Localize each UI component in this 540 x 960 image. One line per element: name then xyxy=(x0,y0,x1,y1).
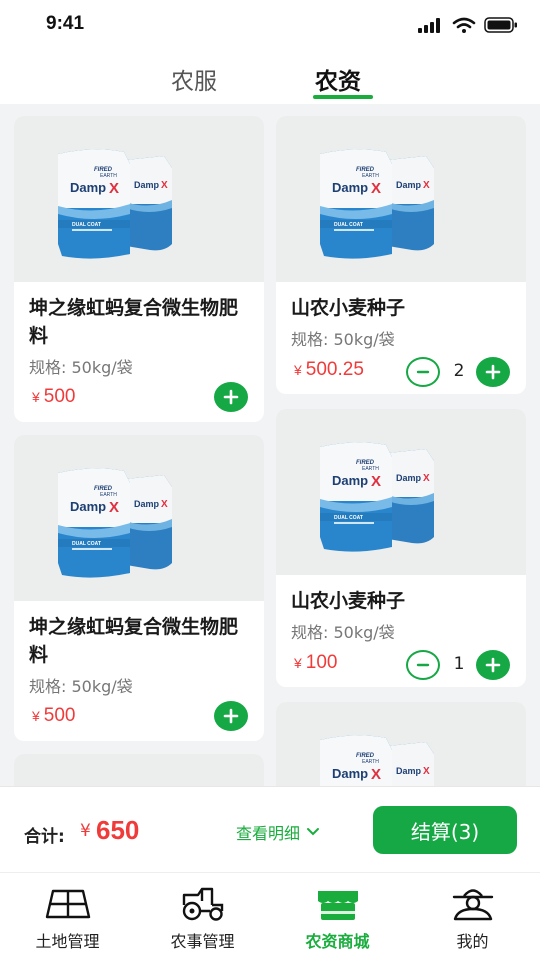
nav-land-management[interactable]: 土地管理 xyxy=(0,873,135,960)
total-amount: 650 xyxy=(96,815,140,845)
store-icon xyxy=(317,891,358,920)
product-list[interactable]: 坤之缘虹蚂复合微生物肥料 规格: 50kg/袋 ¥500 山农小麦种子 规格: … xyxy=(0,104,540,786)
currency-symbol: ¥ xyxy=(32,389,40,405)
product-name: 坤之缘虹蚂复合微生物肥料 xyxy=(29,297,239,347)
tab-agri-services[interactable]: 农服 xyxy=(171,62,217,96)
minus-icon xyxy=(416,663,430,667)
product-card[interactable]: 山农小麦种子 规格: 50kg/袋 ¥500.25 2 xyxy=(276,116,526,394)
view-details-link[interactable]: 查看明细 xyxy=(236,820,320,844)
view-details-label: 查看明细 xyxy=(236,824,301,843)
quantity-value: 1 xyxy=(453,654,465,674)
nav-farm-work[interactable]: 农事管理 xyxy=(135,873,270,960)
increase-quantity-button[interactable] xyxy=(476,357,510,387)
currency-symbol: ¥ xyxy=(294,362,302,378)
nav-farm-work-label: 农事管理 xyxy=(170,932,235,951)
product-name: 山农小麦种子 xyxy=(291,297,406,319)
nav-profile-label: 我的 xyxy=(456,932,489,951)
bottom-navigation: 土地管理 农事管理 农资商城 我的 xyxy=(0,872,540,960)
nav-profile[interactable]: 我的 xyxy=(405,873,540,960)
nav-land-management-label: 土地管理 xyxy=(35,932,100,951)
product-image xyxy=(276,116,526,282)
status-icons xyxy=(418,17,518,33)
status-bar: 9:41 xyxy=(0,0,540,52)
price-value: 500.25 xyxy=(305,359,364,380)
category-tabs: 农服 农资 xyxy=(0,52,540,104)
product-card[interactable] xyxy=(276,702,526,786)
product-image xyxy=(14,435,264,601)
product-name: 山农小麦种子 xyxy=(291,590,406,612)
product-price: ¥500.25 xyxy=(294,359,364,381)
price-value: 500 xyxy=(43,705,76,726)
nav-supply-store[interactable]: 农资商城 xyxy=(270,873,405,960)
decrease-quantity-button[interactable] xyxy=(406,650,440,680)
product-card[interactable]: 山农小麦种子 规格: 50kg/袋 ¥100 1 xyxy=(276,409,526,687)
minus-icon xyxy=(416,370,430,374)
checkout-button[interactable]: 结算(3) xyxy=(373,806,517,854)
plus-icon xyxy=(485,657,501,673)
tractor-icon xyxy=(182,887,223,921)
cart-summary-bar: 合计: ¥ 650 查看明细 结算(3) xyxy=(0,786,540,872)
product-price: ¥500 xyxy=(32,705,76,727)
product-spec: 规格: 50kg/袋 xyxy=(29,677,133,696)
product-name: 坤之缘虹蚂复合微生物肥料 xyxy=(29,616,239,666)
land-map-icon xyxy=(45,889,90,919)
chevron-down-icon xyxy=(307,828,320,836)
wifi-icon xyxy=(452,17,476,33)
product-spec: 规格: 50kg/袋 xyxy=(29,358,133,377)
currency-symbol: ¥ xyxy=(32,708,40,724)
product-price: ¥100 xyxy=(294,652,338,674)
add-to-cart-button[interactable] xyxy=(214,382,248,412)
product-spec: 规格: 50kg/袋 xyxy=(291,623,395,642)
product-card[interactable] xyxy=(14,754,264,786)
quantity-value: 2 xyxy=(453,361,465,381)
price-value: 100 xyxy=(305,652,338,673)
active-tab-indicator xyxy=(313,95,373,99)
plus-icon xyxy=(485,364,501,380)
product-card[interactable]: 坤之缘虹蚂复合微生物肥料 规格: 50kg/袋 ¥500 xyxy=(14,435,264,741)
battery-icon xyxy=(484,17,517,33)
product-price: ¥500 xyxy=(32,386,76,408)
add-to-cart-button[interactable] xyxy=(214,701,248,731)
product-image xyxy=(276,409,526,575)
decrease-quantity-button[interactable] xyxy=(406,357,440,387)
total-currency: ¥ xyxy=(80,821,91,841)
farmer-profile-icon xyxy=(452,889,493,921)
total-label: 合计: xyxy=(24,827,65,847)
product-image xyxy=(276,702,526,786)
plus-icon xyxy=(223,708,239,724)
signal-icon xyxy=(418,18,440,33)
product-spec: 规格: 50kg/袋 xyxy=(291,330,395,349)
status-time: 9:41 xyxy=(46,13,85,34)
tab-agri-supplies[interactable]: 农资 xyxy=(315,62,361,96)
product-image xyxy=(14,754,264,786)
increase-quantity-button[interactable] xyxy=(476,650,510,680)
price-value: 500 xyxy=(43,386,76,407)
product-image xyxy=(14,116,264,282)
currency-symbol: ¥ xyxy=(294,655,302,671)
nav-supply-store-label: 农资商城 xyxy=(305,932,370,951)
product-card[interactable]: 坤之缘虹蚂复合微生物肥料 规格: 50kg/袋 ¥500 xyxy=(14,116,264,422)
plus-icon xyxy=(223,389,239,405)
